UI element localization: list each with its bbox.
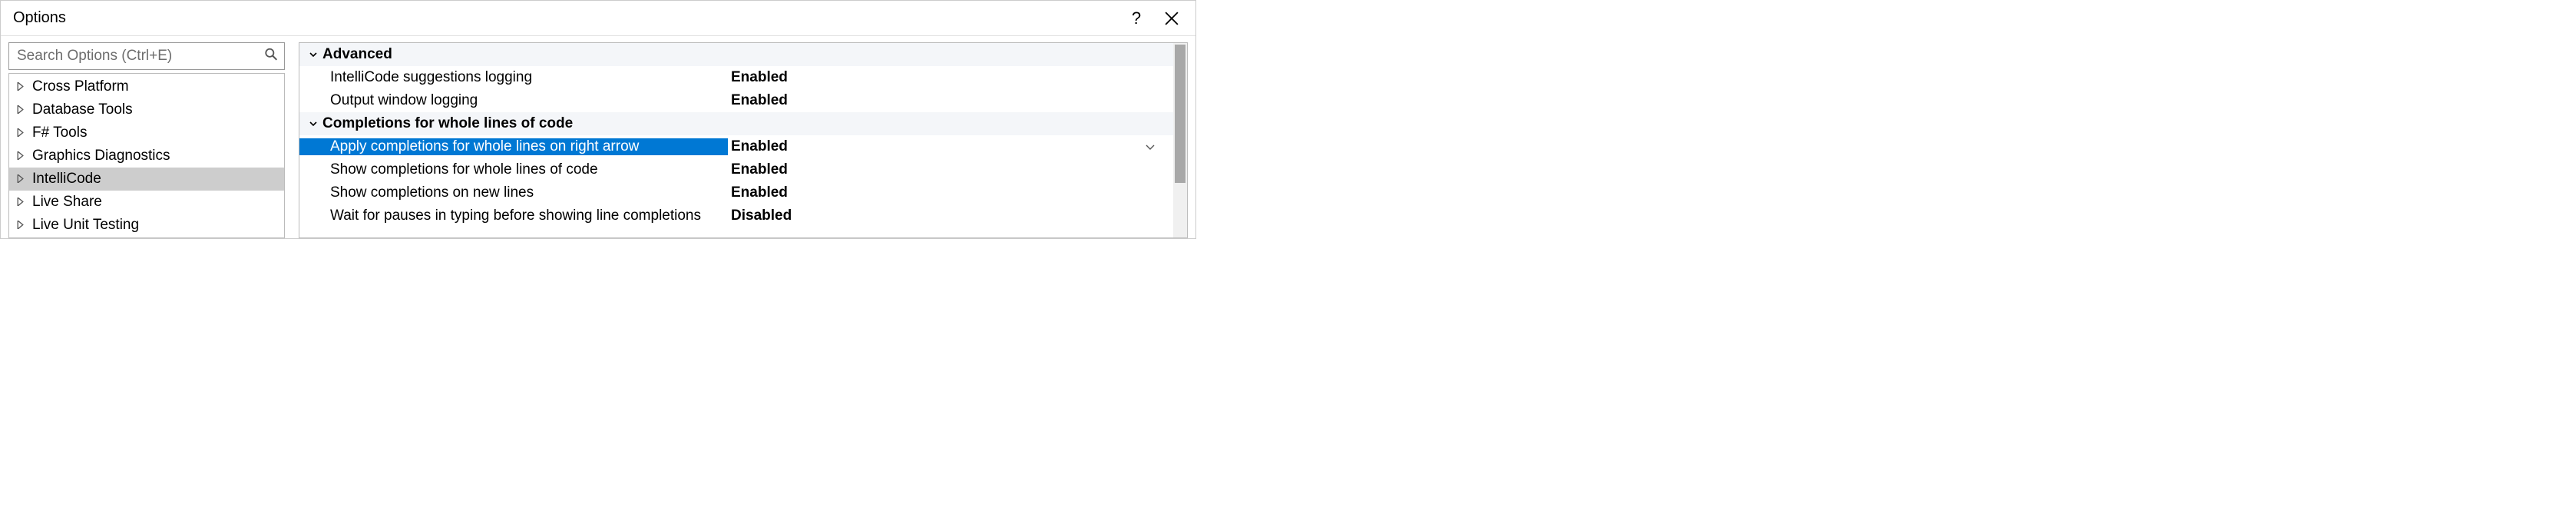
property-value-text: Enabled	[731, 138, 788, 155]
tree-item-label: Cross Platform	[32, 78, 129, 95]
property-label: IntelliCode suggestions logging	[299, 69, 728, 86]
search-input[interactable]	[17, 48, 256, 65]
property-row[interactable]: Output window loggingEnabled	[299, 89, 1173, 112]
tree-item[interactable]: Live Share	[9, 191, 284, 214]
category-tree[interactable]: Cross Platform Database Tools F# Tools Grap…	[8, 73, 285, 238]
property-value[interactable]: Enabled	[728, 92, 1173, 109]
expand-icon	[17, 78, 28, 95]
chevron-down-icon	[306, 50, 321, 59]
expand-icon	[17, 101, 28, 118]
tree-item[interactable]: Graphics Diagnostics	[9, 144, 284, 168]
chevron-down-icon	[306, 119, 321, 128]
dialog-body: Cross Platform Database Tools F# Tools Grap…	[1, 36, 1195, 238]
property-label: Output window logging	[299, 92, 728, 109]
property-row[interactable]: Show completions on new linesEnabled	[299, 181, 1173, 204]
property-row[interactable]: Show completions for whole lines of code…	[299, 158, 1173, 181]
property-label: Show completions on new lines	[299, 184, 728, 201]
property-grid-pane: AdvancedIntelliCode suggestions loggingE…	[299, 42, 1188, 238]
search-icon	[264, 48, 278, 65]
tree-item[interactable]: Cross Platform	[9, 75, 284, 98]
expand-icon	[17, 217, 28, 234]
property-value-text: Enabled	[731, 184, 788, 201]
close-button[interactable]	[1154, 1, 1189, 36]
group-header[interactable]: Completions for whole lines of code	[299, 112, 1173, 135]
search-box[interactable]	[8, 42, 285, 70]
property-value[interactable]: Enabled	[728, 184, 1173, 201]
tree-item[interactable]: F# Tools	[9, 121, 284, 144]
scrollbar-thumb[interactable]	[1175, 45, 1185, 183]
options-dialog: Options ? Cross Platform Database Tools F#…	[0, 0, 1196, 239]
property-row[interactable]: IntelliCode suggestions loggingEnabled	[299, 66, 1173, 89]
tree-item-label: IntelliCode	[32, 171, 101, 188]
tree-item-label: Live Unit Testing	[32, 217, 139, 234]
expand-icon	[17, 171, 28, 188]
expand-icon	[17, 148, 28, 164]
property-value[interactable]: Enabled	[728, 69, 1173, 86]
help-button[interactable]: ?	[1119, 1, 1154, 36]
left-pane: Cross Platform Database Tools F# Tools Grap…	[8, 42, 285, 238]
property-value[interactable]: Disabled	[728, 208, 1173, 224]
property-value[interactable]: Enabled	[728, 138, 1173, 155]
group-header-label: Completions for whole lines of code	[322, 115, 573, 132]
group-header[interactable]: Advanced	[299, 43, 1173, 66]
close-icon	[1165, 12, 1179, 25]
dropdown-icon[interactable]	[1146, 138, 1155, 155]
group-header-label: Advanced	[322, 46, 392, 63]
property-value-text: Disabled	[731, 208, 792, 224]
tree-item[interactable]: Live Unit Testing	[9, 214, 284, 237]
tree-item-label: Database Tools	[32, 101, 133, 118]
tree-item-label: Live Share	[32, 194, 102, 211]
expand-icon	[17, 194, 28, 211]
expand-icon	[17, 125, 28, 141]
scrollbar-vertical[interactable]	[1173, 43, 1187, 237]
property-label: Apply completions for whole lines on rig…	[299, 138, 728, 155]
property-value[interactable]: Enabled	[728, 161, 1173, 178]
tree-item[interactable]: IntelliCode	[9, 168, 284, 191]
property-label: Wait for pauses in typing before showing…	[299, 208, 728, 224]
tree-item-label: Graphics Diagnostics	[32, 148, 170, 164]
property-grid: AdvancedIntelliCode suggestions loggingE…	[299, 43, 1173, 237]
property-value-text: Enabled	[731, 161, 788, 178]
window-title: Options	[13, 9, 1119, 27]
property-label: Show completions for whole lines of code	[299, 161, 728, 178]
tree-item-label: F# Tools	[32, 125, 87, 141]
tree-item[interactable]: Database Tools	[9, 98, 284, 121]
property-value-text: Enabled	[731, 69, 788, 86]
property-row[interactable]: Wait for pauses in typing before showing…	[299, 204, 1173, 227]
titlebar: Options ?	[1, 1, 1195, 36]
property-value-text: Enabled	[731, 92, 788, 109]
property-row[interactable]: Apply completions for whole lines on rig…	[299, 135, 1173, 158]
